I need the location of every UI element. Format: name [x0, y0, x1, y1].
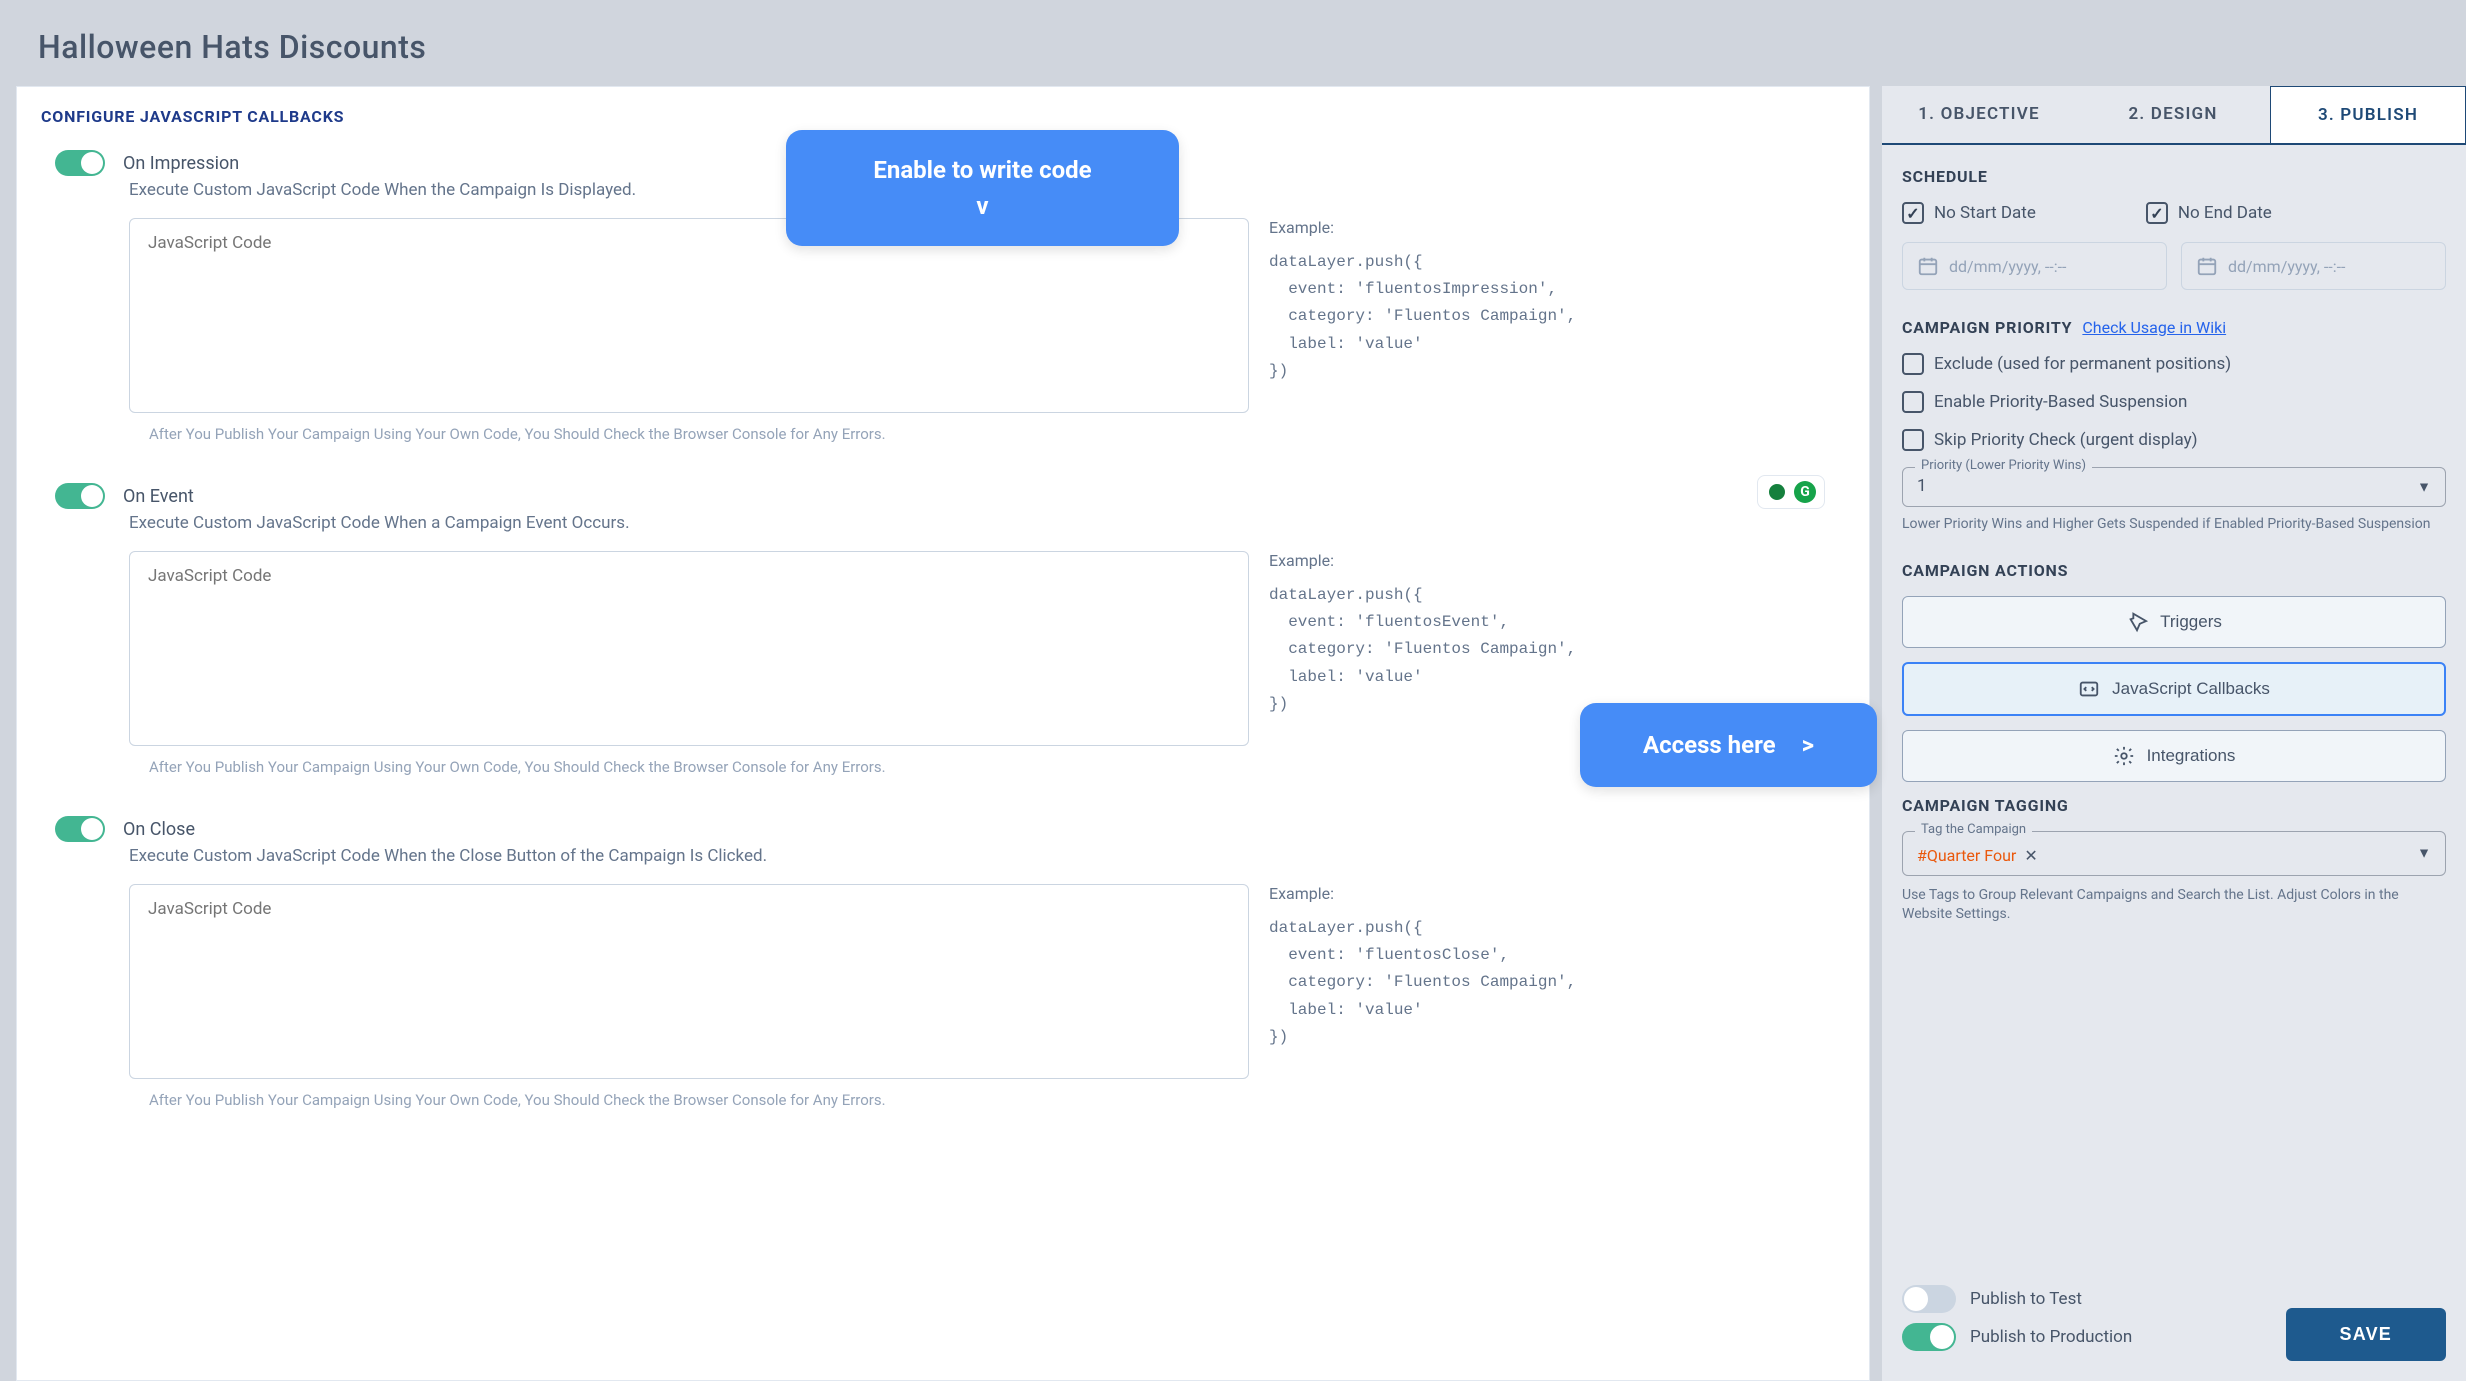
example-code: dataLayer.push({ event: 'fluentosClose',…: [1269, 915, 1839, 1051]
callbacks-button[interactable]: JavaScript Callbacks: [1902, 662, 2446, 716]
publish-prod-label: Publish to Production: [1970, 1327, 2132, 1347]
no-start-label: No Start Date: [1934, 203, 2036, 223]
tag-chip-label: #Quarter Four: [1917, 846, 2016, 865]
arrow-down-icon: v: [822, 188, 1143, 224]
callback-on-close: On Close Execute Custom JavaScript Code …: [17, 816, 1869, 1149]
check-label: Exclude (used for permanent positions): [1934, 354, 2231, 374]
right-panel: 1. OBJECTIVE 2. DESIGN 3. PUBLISH SCHEDU…: [1882, 86, 2466, 1381]
code-textarea-close[interactable]: [129, 884, 1249, 1079]
tag-select[interactable]: Tag the Campaign #Quarter Four ✕ ▼: [1902, 831, 2446, 876]
tab-design[interactable]: 2. DESIGN: [2076, 86, 2270, 143]
start-date-input[interactable]: dd/mm/yyyy, --:--: [1902, 242, 2167, 290]
schedule-heading: SCHEDULE: [1902, 167, 2446, 186]
checkbox-exclude[interactable]: [1902, 353, 1924, 375]
callback-desc: Execute Custom JavaScript Code When the …: [129, 846, 1839, 866]
tagging-heading: CAMPAIGN TAGGING: [1902, 796, 2446, 815]
code-icon: [2078, 678, 2100, 700]
priority-note: Lower Priority Wins and Higher Gets Susp…: [1902, 515, 2446, 535]
tag-note: Use Tags to Group Relevant Campaigns and…: [1902, 886, 2446, 925]
calendar-icon: [1917, 255, 1939, 277]
priority-select[interactable]: Priority (Lower Priority Wins) 1 ▼: [1902, 467, 2446, 507]
checkbox-suspension[interactable]: [1902, 391, 1924, 413]
hint-text: After You Publish Your Campaign Using Yo…: [149, 425, 1839, 443]
wiki-link[interactable]: Check Usage in Wiki: [2082, 318, 2226, 337]
example-code: dataLayer.push({ event: 'fluentosEvent',…: [1269, 582, 1839, 718]
grammarly-icon: [1794, 481, 1816, 503]
btn-label: Triggers: [2160, 612, 2222, 632]
callout-enable: Enable to write code v: [786, 130, 1179, 246]
code-textarea-event[interactable]: [129, 551, 1249, 746]
grammarly-icon: [1766, 481, 1788, 503]
hint-text: After You Publish Your Campaign Using Yo…: [149, 1091, 1839, 1109]
date-placeholder: dd/mm/yyyy, --:--: [2228, 257, 2345, 276]
chevron-down-icon: ▼: [2417, 845, 2431, 862]
example-label: Example:: [1269, 218, 1839, 237]
tab-publish[interactable]: 3. PUBLISH: [2270, 86, 2466, 143]
remove-tag-icon[interactable]: ✕: [2024, 846, 2037, 865]
toggle-publish-test[interactable]: [1902, 1285, 1956, 1313]
check-label: Skip Priority Check (urgent display): [1934, 430, 2198, 450]
step-tabs: 1. OBJECTIVE 2. DESIGN 3. PUBLISH: [1882, 86, 2466, 145]
checkbox-no-start[interactable]: [1902, 202, 1924, 224]
actions-heading: CAMPAIGN ACTIONS: [1902, 561, 2446, 580]
tab-objective[interactable]: 1. OBJECTIVE: [1882, 86, 2076, 143]
date-placeholder: dd/mm/yyyy, --:--: [1949, 257, 2066, 276]
callback-title: On Impression: [123, 153, 239, 174]
checkbox-no-end[interactable]: [2146, 202, 2168, 224]
triggers-button[interactable]: Triggers: [1902, 596, 2446, 648]
save-button[interactable]: SAVE: [2286, 1308, 2446, 1361]
example-code: dataLayer.push({ event: 'fluentosImpress…: [1269, 249, 1839, 385]
page-title: Halloween Hats Discounts: [38, 28, 426, 66]
gear-icon: [2113, 745, 2135, 767]
priority-heading: CAMPAIGN PRIORITY: [1902, 318, 2072, 337]
grammarly-widget[interactable]: [1757, 475, 1825, 509]
btn-label: Integrations: [2147, 746, 2236, 766]
priority-value: 1: [1917, 476, 2431, 496]
code-textarea-impression[interactable]: [129, 218, 1249, 413]
tag-legend: Tag the Campaign: [1915, 822, 2032, 837]
example-label: Example:: [1269, 551, 1839, 570]
check-label: Enable Priority-Based Suspension: [1934, 392, 2187, 412]
toggle-publish-prod[interactable]: [1902, 1323, 1956, 1351]
publish-test-label: Publish to Test: [1970, 1289, 2082, 1309]
toggle-on-impression[interactable]: [55, 150, 105, 176]
calendar-icon: [2196, 255, 2218, 277]
arrow-right-icon: >: [1802, 727, 1814, 763]
callback-title: On Event: [123, 486, 194, 507]
priority-legend: Priority (Lower Priority Wins): [1915, 458, 2092, 473]
checkbox-skip[interactable]: [1902, 429, 1924, 451]
end-date-input[interactable]: dd/mm/yyyy, --:--: [2181, 242, 2446, 290]
no-end-label: No End Date: [2178, 203, 2272, 223]
cursor-icon: [2126, 611, 2148, 633]
integrations-button[interactable]: Integrations: [1902, 730, 2446, 782]
callout-text: Access here: [1643, 727, 1776, 763]
toggle-on-close[interactable]: [55, 816, 105, 842]
btn-label: JavaScript Callbacks: [2112, 679, 2270, 699]
chevron-down-icon: ▼: [2417, 479, 2431, 496]
callback-title: On Close: [123, 819, 195, 840]
callback-desc: Execute Custom JavaScript Code When a Ca…: [129, 513, 1839, 533]
toggle-on-event[interactable]: [55, 483, 105, 509]
example-label: Example:: [1269, 884, 1839, 903]
callout-access: Access here >: [1580, 703, 1877, 787]
callout-text: Enable to write code: [822, 152, 1143, 188]
